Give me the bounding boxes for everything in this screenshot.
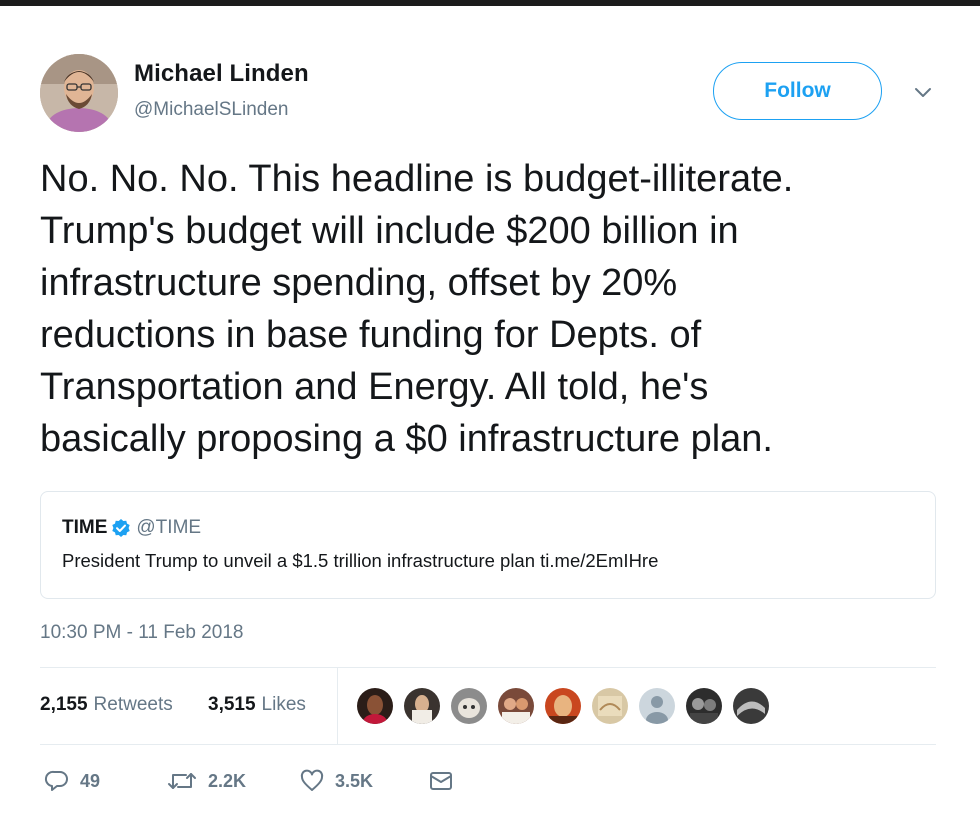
retweets-label: Retweets [93,694,173,715]
top-edge-strip [0,0,980,6]
heart-icon [299,768,325,794]
tweet-text: No. No. No. This headline is budget-illi… [40,153,960,465]
divider [40,667,936,668]
likes-stat[interactable]: 3,515 Likes [208,694,306,716]
likes-label: Likes [261,694,306,715]
direct-message-button[interactable] [428,766,454,796]
liker-avatar[interactable] [402,686,442,726]
tweet-line: reductions in base funding for Depts. of [40,314,702,356]
retweet-icon [166,768,198,794]
divider [40,744,936,745]
tweet-line: Transportation and Energy. All told, he'… [40,366,709,408]
liker-avatar[interactable] [637,686,677,726]
chevron-down-icon[interactable] [910,80,936,106]
divider [337,668,338,744]
retweets-count: 2,155 [40,694,88,715]
liker-avatar[interactable] [684,686,724,726]
reply-count: 49 [80,770,101,791]
quoted-tweet-text: President Trump to unveil a $1.5 trillio… [62,550,659,571]
author-handle[interactable]: @MichaelSLinden [134,99,289,121]
quoted-tweet-card[interactable]: TIME @TIME President Trump to unveil a $… [40,491,936,599]
reply-icon [44,768,70,794]
tweet-timestamp[interactable]: 10:30 PM - 11 Feb 2018 [40,622,244,644]
follow-button[interactable]: Follow [713,62,882,120]
retweets-stat[interactable]: 2,155 Retweets [40,694,173,716]
tweet-line: basically proposing a $0 infrastructure … [40,418,773,460]
retweet-button[interactable]: 2.2K [166,766,246,796]
liker-avatar[interactable] [543,686,583,726]
retweet-count: 2.2K [208,770,247,791]
author-name[interactable]: Michael Linden [134,60,309,88]
tweet-line: No. No. No. This headline is budget-illi… [40,158,794,200]
liker-avatar[interactable] [449,686,489,726]
envelope-icon [428,768,454,794]
liker-avatar[interactable] [590,686,630,726]
liker-avatar[interactable] [731,686,771,726]
reply-button[interactable]: 49 [44,766,100,796]
quoted-tweet-header: TIME @TIME [62,517,201,539]
liker-avatars [355,686,778,726]
quoted-author-name: TIME [62,517,108,538]
like-button[interactable]: 3.5K [299,766,373,796]
like-count: 3.5K [335,770,374,791]
liker-avatar[interactable] [355,686,395,726]
author-avatar[interactable] [40,54,118,132]
likes-count: 3,515 [208,694,256,715]
tweet-line: infrastructure spending, offset by 20% [40,262,678,304]
verified-badge-icon [111,518,131,538]
tweet-line: Trump's budget will include $200 billion… [40,210,739,252]
liker-avatar[interactable] [496,686,536,726]
quoted-author-handle: @TIME [136,517,202,538]
